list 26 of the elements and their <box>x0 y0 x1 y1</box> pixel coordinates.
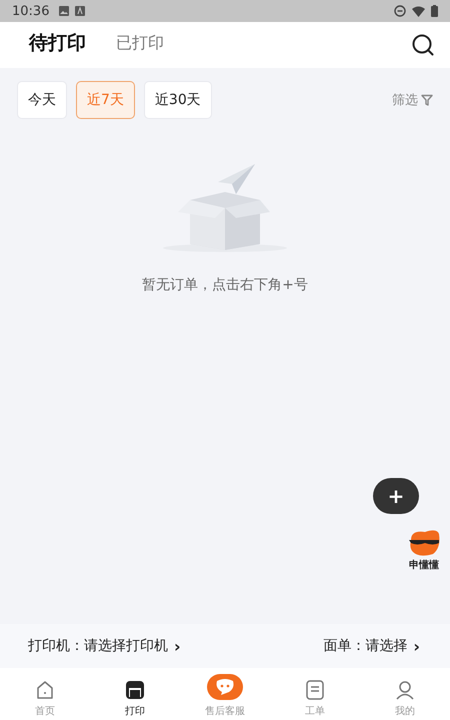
waybill-setting[interactable]: 面单：请选择 <box>323 637 408 655</box>
chat-icon[interactable] <box>207 674 243 700</box>
mascot-label: 申懂懂 <box>409 558 439 572</box>
chevron-icon: › <box>174 636 181 656</box>
printer-setting[interactable]: 打印机：请选择打印机 <box>28 637 168 655</box>
person-icon[interactable] <box>395 680 415 700</box>
image-icon <box>59 6 70 16</box>
document-icon[interactable] <box>305 680 325 700</box>
empty-message: 暂无订单，点击右下角+号 <box>142 276 308 294</box>
notification-icon <box>75 6 86 16</box>
search-icon[interactable] <box>412 34 434 56</box>
home-icon[interactable] <box>35 680 55 700</box>
order-tab[interactable]: 已打印 <box>116 32 164 58</box>
date-filter-chip[interactable]: 今天 <box>17 81 67 119</box>
battery-icon <box>431 5 438 17</box>
dnd-icon <box>394 5 406 17</box>
chevron-icon: › <box>413 636 420 656</box>
nav-label[interactable]: 打印 <box>125 704 145 718</box>
mascot-icon <box>407 528 441 558</box>
add-button[interactable]: + <box>373 478 419 514</box>
printer-icon[interactable] <box>125 680 145 700</box>
date-filter-chip[interactable]: 近30天 <box>144 81 212 119</box>
wifi-icon <box>412 6 425 16</box>
status-time: 10:36 <box>12 4 50 18</box>
filter-icon[interactable] <box>421 94 433 106</box>
order-tab[interactable]: 待打印 <box>29 30 86 60</box>
